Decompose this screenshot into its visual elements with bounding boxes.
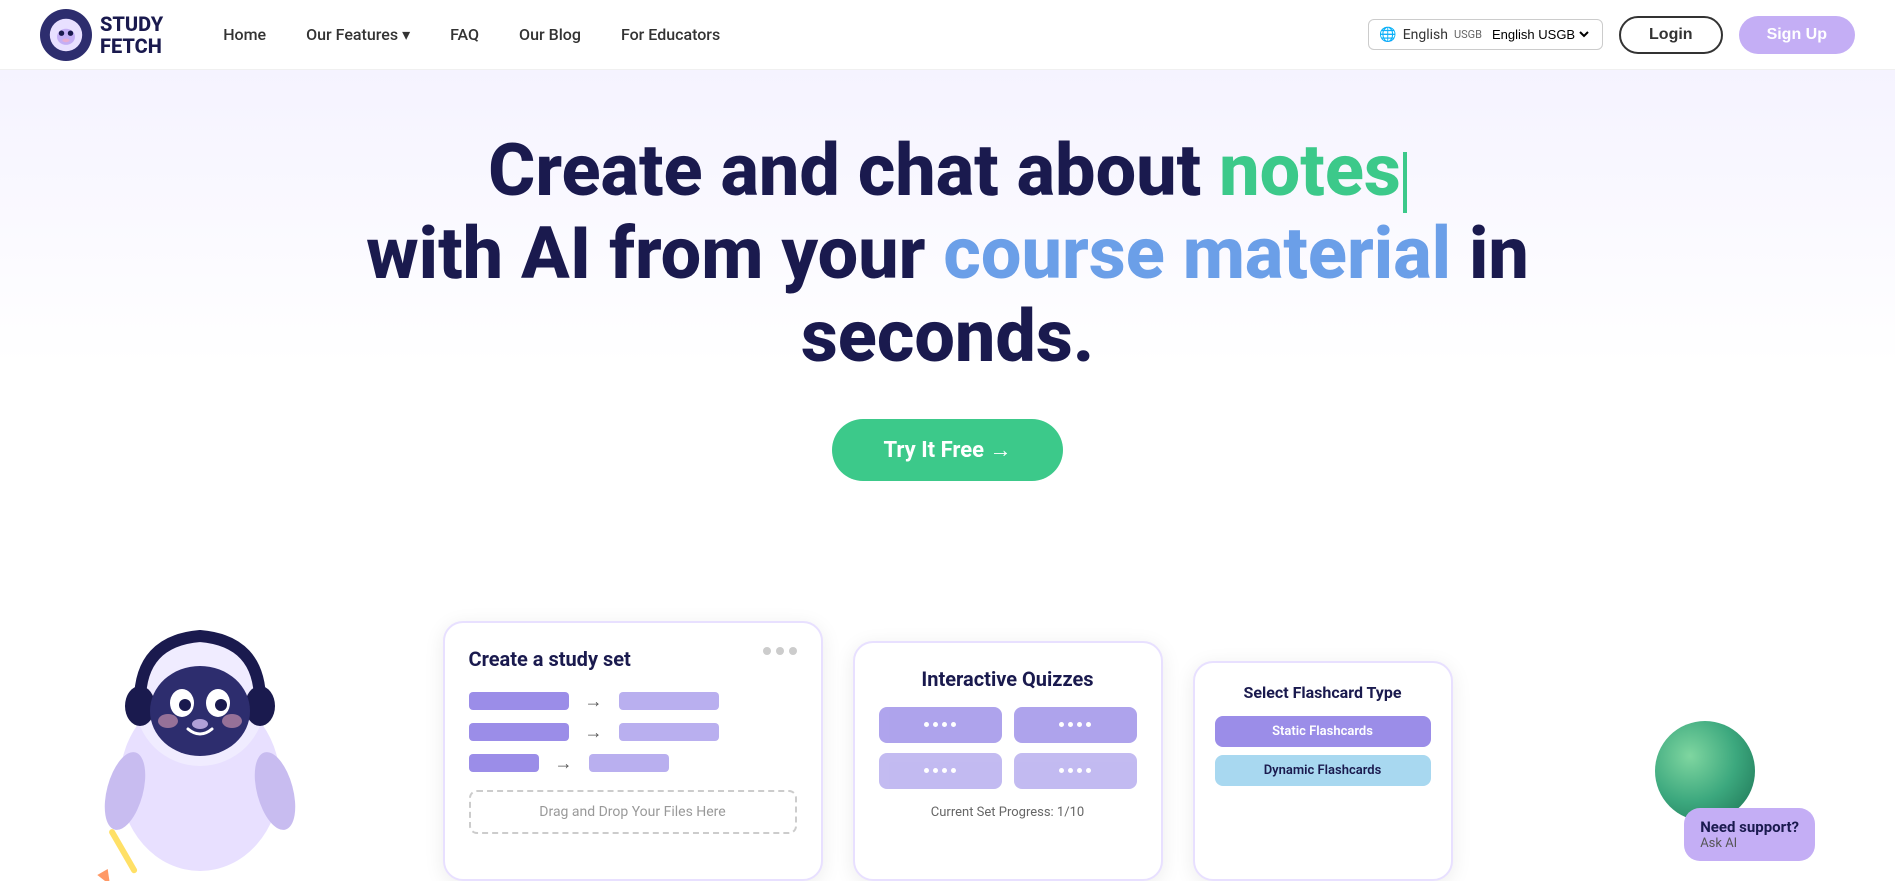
logo-link[interactable]: STUDY FETCH (40, 9, 163, 61)
support-bubble[interactable]: Need support? Ask AI (1684, 808, 1815, 861)
study-set-title: Create a study set (469, 647, 797, 671)
lang-code: USGB (1454, 28, 1482, 41)
arrow-icon-3: → (555, 753, 573, 774)
navbar: STUDY FETCH Home Our Features ▾ FAQ Our … (0, 0, 1895, 70)
signup-button[interactable]: Sign Up (1739, 16, 1855, 54)
logo-text: STUDY FETCH (100, 13, 163, 57)
quiz-row-2 (879, 753, 1137, 789)
nav-educators[interactable]: For Educators (621, 25, 720, 44)
hero-section: Create and chat about notes with AI from… (0, 70, 1895, 561)
try-it-free-button[interactable]: Try It Free → (832, 419, 1064, 481)
quiz-title: Interactive Quizzes (879, 667, 1137, 691)
quiz-card: Interactive Quizzes (853, 641, 1163, 881)
quiz-row-1 (879, 707, 1137, 743)
bar-right-2 (619, 723, 719, 741)
study-row-1: → (469, 691, 797, 712)
hero-title-part2: with AI from your (366, 211, 943, 296)
logo-icon (40, 9, 92, 61)
nav-features[interactable]: Our Features ▾ (306, 25, 410, 44)
language-selector[interactable]: 🌐 English USGB English USGB (1368, 19, 1603, 50)
static-flashcards-option[interactable]: Static Flashcards (1215, 716, 1431, 747)
quiz-progress: Current Set Progress: 1/10 (879, 805, 1137, 820)
drop-zone[interactable]: Drag and Drop Your Files Here (469, 790, 797, 834)
hero-highlight-notes: notes (1219, 128, 1401, 213)
hero-title: Create and chat about notes with AI from… (348, 130, 1548, 379)
bar-left-3 (469, 754, 539, 772)
flashcard-card: Select Flashcard Type Static Flashcards … (1193, 661, 1453, 881)
chevron-down-icon: ▾ (402, 25, 410, 44)
arrow-icon-2: → (585, 722, 603, 743)
study-row-2: → (469, 722, 797, 743)
support-title: Need support? (1700, 818, 1799, 836)
support-subtitle: Ask AI (1700, 836, 1799, 851)
lang-label: English (1403, 27, 1448, 43)
quiz-rows (879, 707, 1137, 789)
bar-left-2 (469, 723, 569, 741)
quiz-btn-1[interactable] (879, 707, 1002, 743)
login-button[interactable]: Login (1619, 16, 1723, 54)
dynamic-flashcards-option[interactable]: Dynamic Flashcards (1215, 755, 1431, 786)
bar-right-1 (619, 692, 719, 710)
hero-title-part1: Create and chat about (488, 128, 1219, 213)
study-items: → → → (469, 691, 797, 774)
hero-highlight-course: course material (943, 211, 1451, 296)
lang-dropdown[interactable]: English USGB (1488, 26, 1592, 43)
mascot-illustration (60, 581, 340, 881)
study-set-card: Create a study set → → → Drag and D (443, 621, 823, 881)
study-row-3: → (469, 753, 797, 774)
nav-links: Home Our Features ▾ FAQ Our Blog For Edu… (223, 25, 1368, 44)
card-menu-dots[interactable] (763, 647, 797, 655)
arrow-icon-1: → (585, 691, 603, 712)
nav-right: 🌐 English USGB English USGB Login Sign U… (1368, 16, 1855, 54)
bar-right-3 (589, 754, 669, 772)
globe-icon (1655, 721, 1755, 821)
nav-faq[interactable]: FAQ (450, 25, 479, 44)
cards-section: Create a study set → → → Drag and D (0, 581, 1895, 881)
nav-home[interactable]: Home (223, 25, 266, 44)
quiz-btn-4[interactable] (1014, 753, 1137, 789)
globe-icon: 🌐 (1379, 27, 1396, 43)
flashcard-title: Select Flashcard Type (1215, 683, 1431, 702)
bar-left-1 (469, 692, 569, 710)
quiz-btn-3[interactable] (879, 753, 1002, 789)
quiz-btn-2[interactable] (1014, 707, 1137, 743)
nav-blog[interactable]: Our Blog (519, 25, 581, 44)
